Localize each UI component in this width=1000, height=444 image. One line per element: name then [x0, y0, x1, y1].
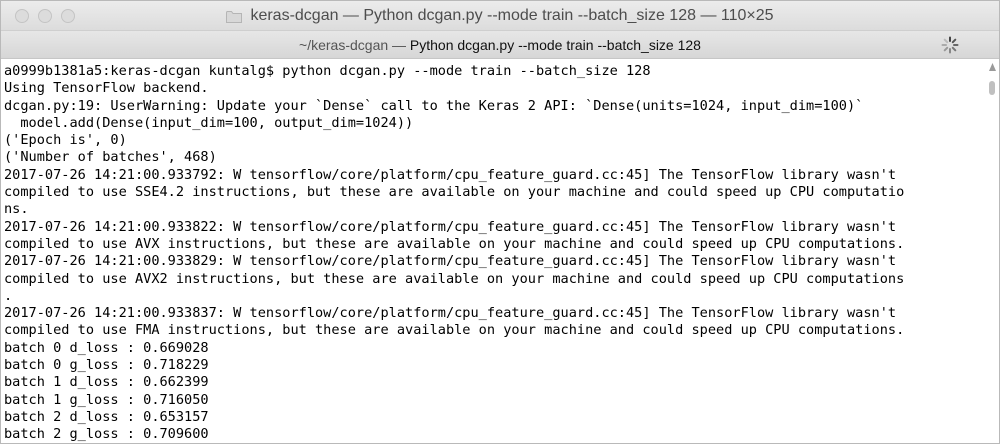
terminal-line: compiled to use AVX2 instructions, but t…: [4, 270, 905, 287]
window-title-area: keras-dcgan — Python dcgan.py --mode tra…: [1, 1, 999, 31]
terminal-line: ns.: [4, 201, 29, 218]
terminal-line: batch 0 d_loss : 0.669028: [4, 339, 209, 356]
scroll-thumb[interactable]: [989, 81, 995, 95]
terminal-line: model.add(Dense(input_dim=100, output_di…: [4, 114, 414, 131]
terminal-line: 2017-07-26 14:21:00.933837: W tensorflow…: [4, 305, 897, 322]
terminal-line: compiled to use FMA instructions, but th…: [4, 322, 905, 339]
terminal-line: Using TensorFlow backend.: [4, 80, 209, 97]
scroll-up-icon[interactable]: [989, 63, 996, 71]
terminal-line: .: [4, 287, 13, 304]
output-lines: a0999b1381a5:keras-dcgan kuntalg$ python…: [4, 63, 905, 443]
terminal-window: keras-dcgan — Python dcgan.py --mode tra…: [0, 0, 1000, 444]
terminal-line: batch 2 g_loss : 0.709600: [4, 426, 209, 443]
window-title: keras-dcgan — Python dcgan.py --mode tra…: [250, 7, 774, 24]
terminal-line: a0999b1381a5:keras-dcgan kuntalg$ python…: [4, 63, 651, 79]
terminal-line: ('Number of batches', 468): [4, 149, 217, 166]
tab-command: Python dcgan.py --mode train --batch_siz…: [409, 37, 701, 53]
terminal-line: batch 0 g_loss : 0.718229: [4, 357, 209, 374]
tab-bar[interactable]: ~/keras-dcgan — Python dcgan.py --mode t…: [1, 31, 999, 59]
terminal-output[interactable]: a0999b1381a5:keras-dcgan kuntalg$ python…: [1, 59, 999, 443]
terminal-line: dcgan.py:19: UserWarning: Update your `D…: [4, 97, 864, 114]
terminal-line: batch 1 d_loss : 0.662399: [4, 374, 209, 391]
scrollbar[interactable]: [984, 59, 999, 443]
terminal-line: batch 1 g_loss : 0.716050: [4, 391, 209, 408]
terminal-line: 2017-07-26 14:21:00.933829: W tensorflow…: [4, 253, 897, 270]
activity-spinner-icon: [941, 36, 959, 54]
folder-icon: [226, 10, 243, 23]
title-bar[interactable]: keras-dcgan — Python dcgan.py --mode tra…: [1, 1, 999, 31]
terminal-line: 2017-07-26 14:21:00.933822: W tensorflow…: [4, 218, 897, 235]
terminal-line: 2017-07-26 14:21:00.933792: W tensorflow…: [4, 166, 897, 183]
tab-title[interactable]: ~/keras-dcgan — Python dcgan.py --mode t…: [1, 31, 999, 59]
terminal-line: compiled to use SSE4.2 instructions, but…: [4, 184, 905, 201]
terminal-line: batch 2 d_loss : 0.653157: [4, 408, 209, 425]
terminal-line: ('Epoch is', 0): [4, 132, 127, 149]
terminal-line: compiled to use AVX instructions, but th…: [4, 235, 905, 252]
tab-path: ~/keras-dcgan —: [299, 37, 407, 53]
